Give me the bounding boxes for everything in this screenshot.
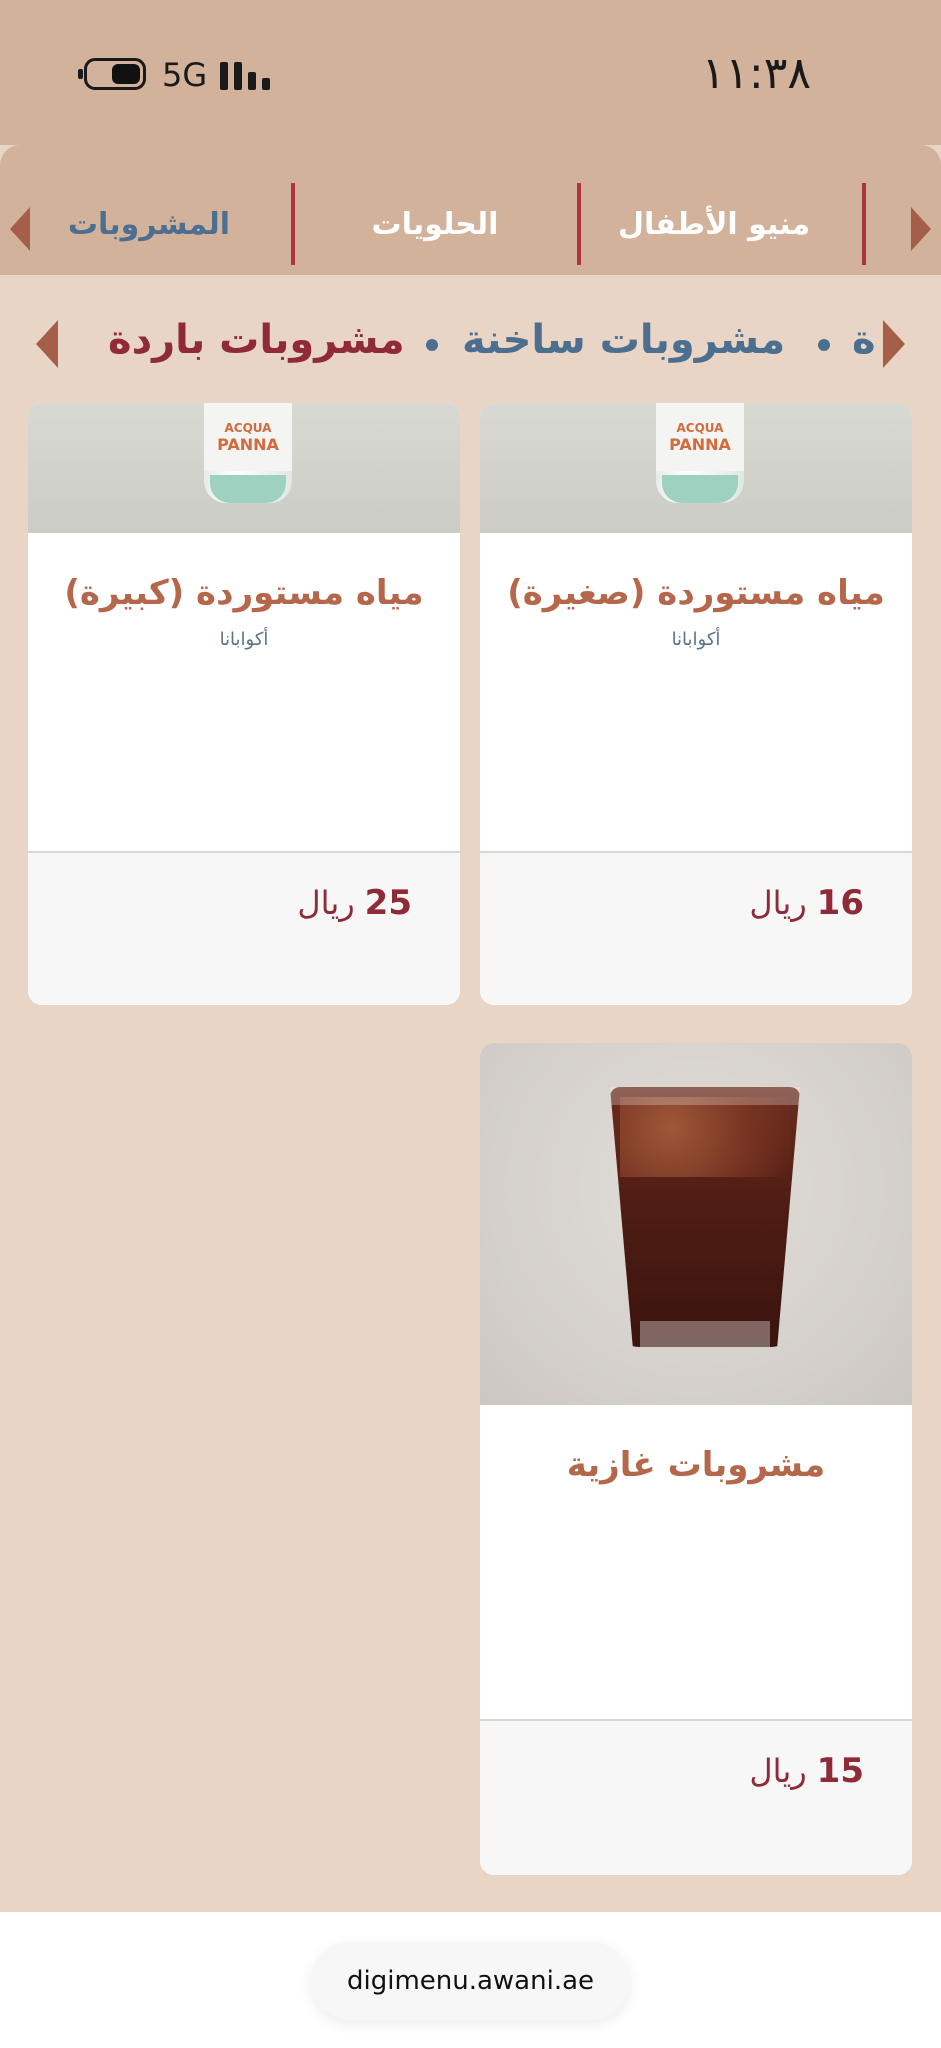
product-card-soft-drinks[interactable]: مشروبات غازية ريال 15: [480, 1043, 912, 1875]
product-name: مياه مستوردة (صغيرة): [507, 573, 885, 613]
tab-desserts[interactable]: الحلويات: [300, 207, 570, 242]
signal-icon: [220, 62, 270, 90]
separator-dot: [818, 339, 830, 351]
battery-icon: [78, 58, 146, 90]
status-time: ١١:٣٨: [701, 48, 811, 99]
product-name: مياه مستوردة (كبيرة): [64, 573, 424, 613]
tab-divider: [291, 183, 295, 265]
separator-dot: [426, 339, 438, 351]
price-footer: ريال 15: [480, 1719, 912, 1875]
network-type: 5G: [162, 56, 208, 94]
category-tabs: منيو الأطفال الحلويات المشروبات: [0, 145, 941, 275]
soda-glass-image: [480, 1043, 912, 1405]
product-description: أكوابانا: [671, 629, 721, 650]
product-price: ريال 25: [297, 883, 412, 923]
chevron-right-icon[interactable]: [883, 320, 905, 368]
price-footer: ريال 25: [28, 851, 460, 1005]
url-field[interactable]: digimenu.awani.ae: [311, 1942, 630, 2020]
chevron-right-icon[interactable]: [911, 207, 931, 251]
chevron-left-icon[interactable]: [36, 320, 58, 368]
product-card-water-large[interactable]: ACQUA PANNA مياه مستوردة (كبيرة) أكوابان…: [28, 403, 460, 1005]
water-bottle-image: ACQUA PANNA: [28, 403, 460, 533]
product-name: مشروبات غازية: [566, 1445, 826, 1485]
product-price: ريال 16: [749, 883, 864, 923]
subcategory-partial[interactable]: ة: [852, 317, 876, 363]
water-bottle-image: ACQUA PANNA: [480, 403, 912, 533]
tab-divider: [577, 183, 581, 265]
subcategory-hot-drinks[interactable]: مشروبات ساخنة: [462, 317, 785, 363]
product-price: ريال 15: [749, 1751, 864, 1791]
tab-divider: [862, 183, 866, 265]
price-footer: ريال 16: [480, 851, 912, 1005]
browser-bottom-bar: digimenu.awani.ae: [0, 1912, 941, 2048]
status-bar: 5G ١١:٣٨: [0, 0, 941, 145]
tab-drinks[interactable]: المشروبات: [14, 207, 284, 242]
subcategory-cold-drinks[interactable]: مشروبات باردة: [108, 317, 405, 363]
subcategory-bar: مشروبات باردة مشروبات ساخنة ة: [0, 275, 941, 405]
product-card-water-small[interactable]: ACQUA PANNA مياه مستوردة (صغيرة) أكوابان…: [480, 403, 912, 1005]
product-description: أكوابانا: [219, 629, 269, 650]
tab-kids-menu[interactable]: منيو الأطفال: [579, 207, 849, 242]
